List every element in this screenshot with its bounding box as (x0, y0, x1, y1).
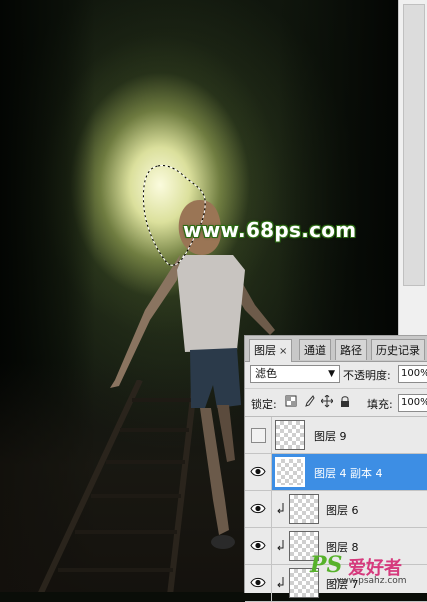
layer-thumbnail (289, 494, 319, 524)
blend-row: 滤色 ▼ 不透明度: 100% (245, 362, 427, 389)
layer-name: 图层 6 (326, 504, 359, 517)
site-watermark: www.68ps.com (183, 218, 357, 242)
opacity-input[interactable]: 100% (398, 365, 427, 383)
clipping-mask-arrow-icon (277, 577, 284, 588)
opacity-label: 不透明度: (343, 369, 391, 382)
blend-mode-select[interactable]: 滤色 ▼ (250, 365, 340, 383)
clipping-mask-arrow-icon (277, 540, 284, 551)
visibility-toggle[interactable] (245, 417, 272, 453)
layer-row[interactable]: 图层 9 (245, 417, 427, 454)
logo-url-text: www.psahz.com (334, 576, 407, 586)
clipping-mask-arrow-icon (277, 503, 284, 514)
logo-ps-text: PS (310, 552, 343, 578)
layer-thumbnail (275, 420, 305, 450)
lock-label: 锁定: (251, 398, 277, 411)
marching-ants-selection (142, 165, 206, 266)
site-logo: PS 爱好者 www.psahz.com (308, 548, 427, 592)
tab-layers-label: 图层 (254, 344, 276, 357)
lock-pixels-brush-icon[interactable] (303, 395, 315, 408)
lock-all-icon[interactable] (339, 395, 351, 408)
layer-thumbnail (275, 457, 305, 487)
layer-row[interactable]: 图层 6 (245, 491, 427, 528)
tab-history[interactable]: 历史记录 (371, 339, 425, 360)
layer-name: 图层 4 副本 4 (314, 467, 383, 480)
eye-icon[interactable] (250, 503, 266, 514)
eye-icon[interactable] (250, 577, 266, 588)
tab-layers[interactable]: 图层 × (249, 339, 293, 362)
tab-channels-label: 通道 (304, 344, 326, 357)
layer-row-selected[interactable]: 图层 4 副本 4 (245, 454, 427, 491)
tab-paths[interactable]: 路径 (335, 339, 367, 360)
tab-history-label: 历史记录 (376, 344, 420, 357)
close-icon[interactable]: × (279, 346, 287, 357)
hidden-visibility-box[interactable] (251, 428, 266, 443)
visibility-toggle[interactable] (245, 565, 272, 601)
scrollbar-thumb[interactable] (403, 4, 425, 286)
fill-label: 填充: (367, 398, 393, 411)
blend-mode-value: 滤色 (255, 367, 277, 380)
eye-icon[interactable] (250, 466, 266, 477)
visibility-toggle[interactable] (245, 454, 272, 490)
lock-position-move-icon[interactable] (321, 395, 333, 408)
visibility-toggle[interactable] (245, 528, 272, 564)
lock-row: 锁定: 填充: 100% (245, 389, 427, 417)
panel-tabs: 图层 × 通道 路径 历史记录 (245, 336, 427, 362)
chevron-down-icon: ▼ (328, 369, 335, 379)
canvas-scrollbar[interactable] (398, 0, 427, 335)
tab-channels[interactable]: 通道 (299, 339, 331, 360)
lock-transparency-icon[interactable] (285, 395, 297, 408)
fill-input[interactable]: 100% (398, 394, 427, 412)
tab-paths-label: 路径 (340, 344, 362, 357)
visibility-toggle[interactable] (245, 491, 272, 527)
layer-name: 图层 9 (314, 430, 347, 443)
eye-icon[interactable] (250, 540, 266, 551)
